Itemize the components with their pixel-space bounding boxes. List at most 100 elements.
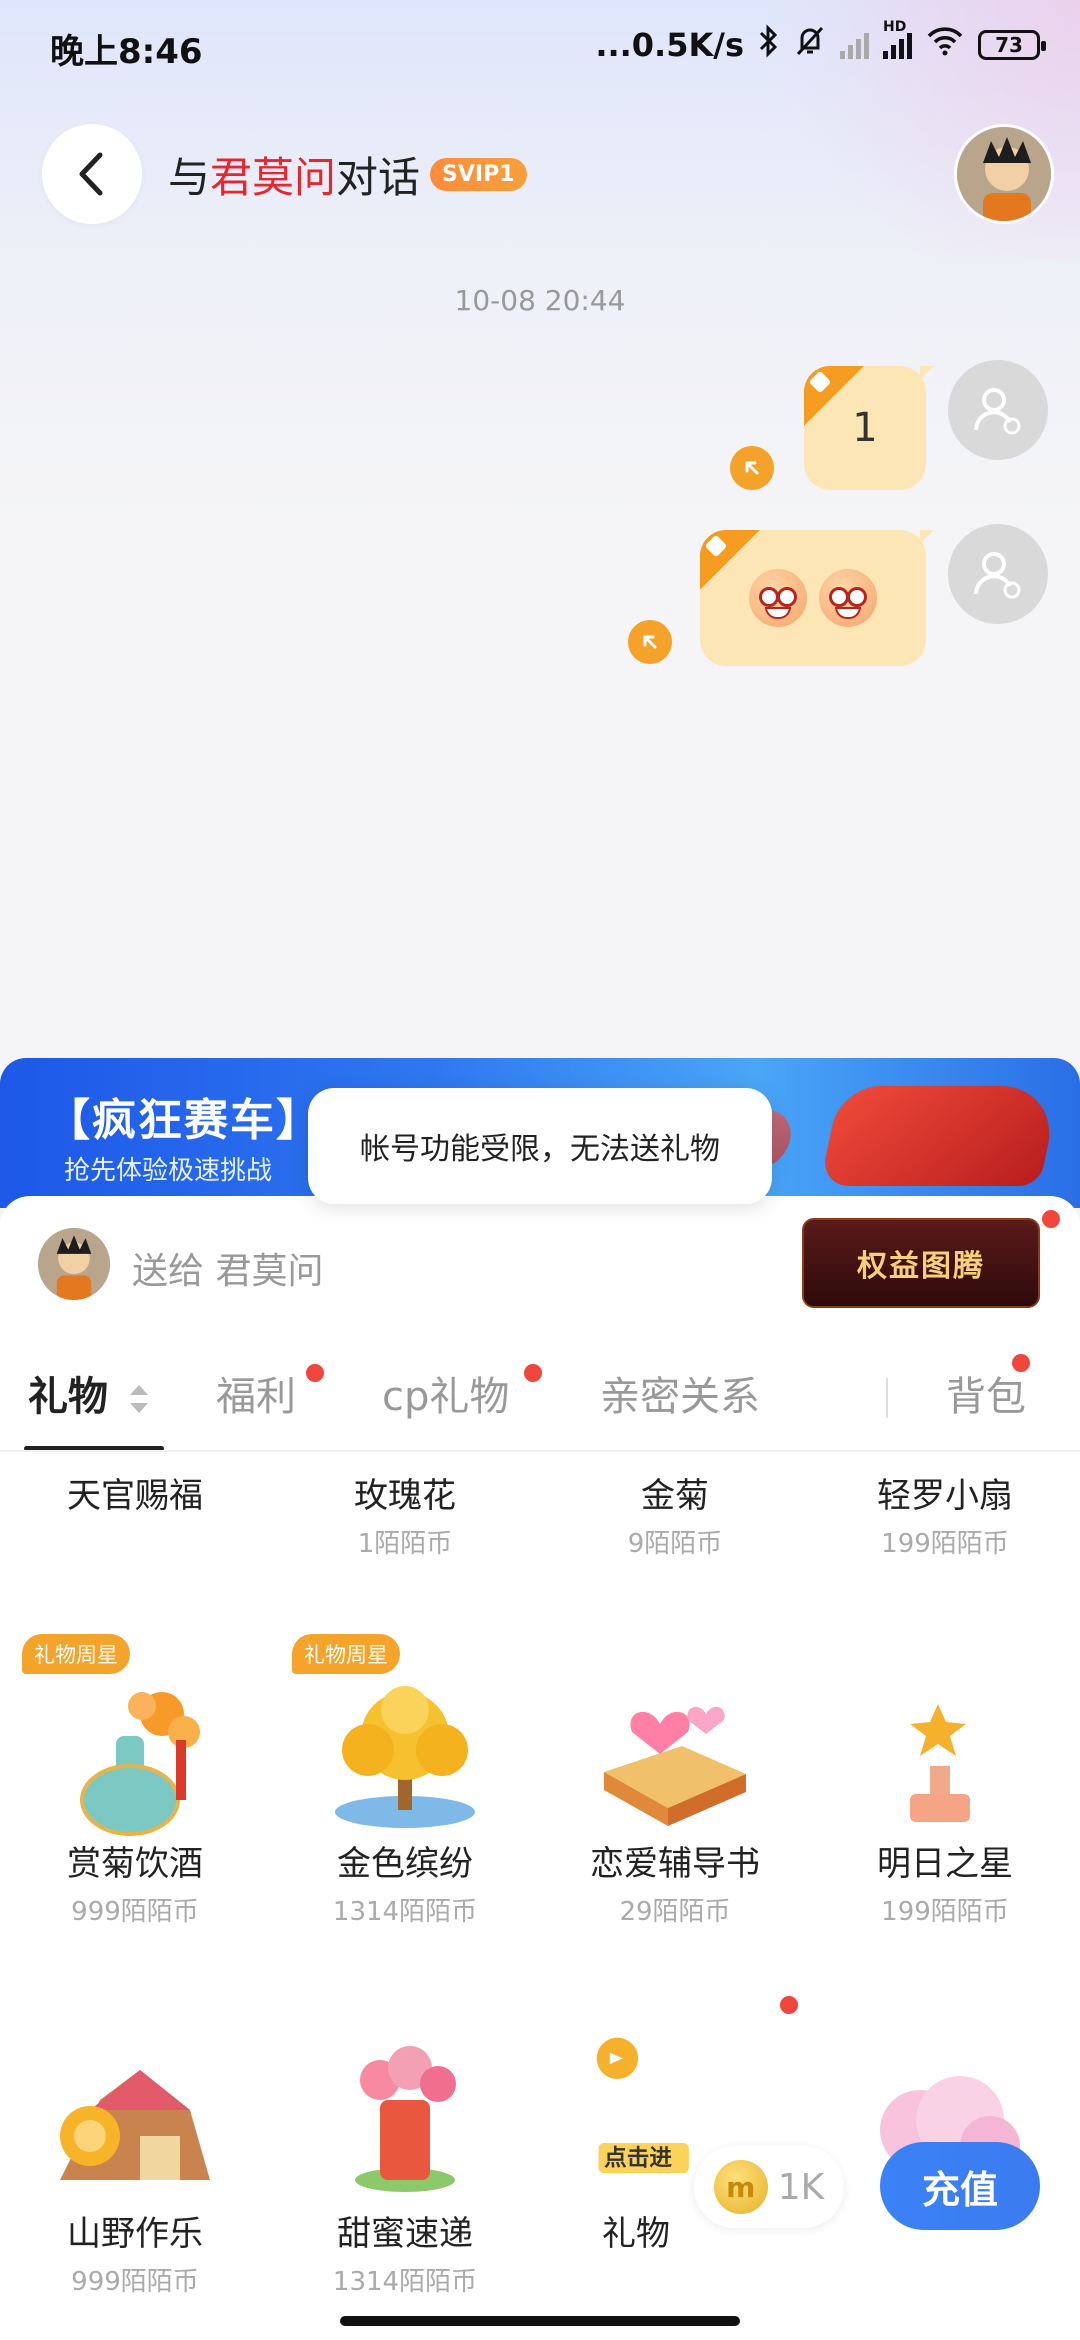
- gift-name: 赏菊饮酒: [67, 1844, 203, 1884]
- bubble-tail: [920, 530, 934, 544]
- coin-balance[interactable]: m 1K: [694, 2146, 844, 2228]
- gift-price: 999陌陌币: [71, 2267, 199, 2297]
- signal-icon-sim1: HD: [883, 19, 912, 59]
- gift-name: 山野作乐: [67, 2214, 203, 2254]
- chat-background: [0, 0, 1080, 1060]
- love-guide-book-gift-image: [604, 1706, 746, 1826]
- signal-icon-sim2: [840, 31, 869, 59]
- recipient-label[interactable]: 送给 君莫问: [132, 1242, 323, 1294]
- notification-dot: [780, 1996, 798, 2014]
- gift-promo-click-text: 点击进: [604, 2146, 672, 2172]
- race-car-image: [819, 1086, 1061, 1186]
- read-receipt-icon: [628, 620, 672, 664]
- momo-coin-icon: m: [713, 2160, 768, 2214]
- tabs-border: [0, 1450, 1080, 1452]
- message-bubble-text[interactable]: 1: [804, 366, 926, 490]
- banner-title: 【疯狂赛车】: [46, 1095, 322, 1146]
- title-prefix: 与: [168, 153, 211, 202]
- my-avatar[interactable]: [948, 524, 1048, 624]
- gift-price: 1陌陌币: [357, 1529, 453, 1559]
- tab-gift[interactable]: 礼物: [28, 1364, 152, 1422]
- sick-face-emoji: [819, 569, 877, 627]
- gift-price: 199陌陌币: [881, 1897, 1009, 1927]
- contact-avatar[interactable]: [954, 124, 1054, 224]
- notification-dot: [306, 1364, 324, 1382]
- coin-balance-value: 1K: [777, 2166, 825, 2208]
- gift-price: 9陌陌币: [627, 1529, 723, 1559]
- gift-item[interactable]: 轻罗小扇 199陌陌币: [810, 1468, 1080, 1560]
- recharge-button[interactable]: 充值: [880, 2142, 1040, 2230]
- notification-dot: [1012, 1354, 1030, 1372]
- gift-name: 甜蜜速递: [337, 2214, 473, 2254]
- banner-subtitle: 抢先体验极速挑战: [64, 1156, 273, 1186]
- gift-item[interactable]: 赏菊饮酒 999陌陌币: [0, 1836, 270, 1928]
- chat-timestamp: 10-08 20:44: [454, 284, 626, 317]
- vip-badge: SVIP1: [430, 158, 527, 191]
- tab-welfare[interactable]: 福利: [216, 1364, 296, 1422]
- status-time: 晚上8:46: [50, 32, 203, 72]
- toast-message: 帐号功能受限，无法送礼物: [308, 1088, 772, 1204]
- bluetooth-icon: [758, 24, 780, 66]
- contact-name[interactable]: 君莫问: [210, 144, 336, 205]
- gift-name: 玫瑰花: [354, 1476, 456, 1516]
- tab-intimacy[interactable]: 亲密关系: [600, 1364, 760, 1422]
- gift-price: 29陌陌币: [619, 1897, 731, 1927]
- battery-icon: 73: [978, 30, 1046, 60]
- hd-label: HD: [883, 19, 907, 35]
- notification-dot: [1042, 1210, 1060, 1228]
- avatar-image: [38, 1228, 110, 1300]
- gift-name: 金菊: [641, 1476, 709, 1516]
- gift-price: 199陌陌币: [881, 1529, 1009, 1559]
- gift-item[interactable]: 恋爱辅导书 29陌陌币: [540, 1836, 810, 1928]
- tab-cp-gift[interactable]: cp礼物: [382, 1364, 509, 1422]
- weekly-star-tag: 礼物周星: [292, 1634, 400, 1674]
- gift-price: 1314陌陌币: [332, 1897, 478, 1927]
- notification-dot: [524, 1364, 542, 1382]
- chevron-left-icon: [79, 152, 103, 196]
- gift-item[interactable]: 明日之星 199陌陌币: [810, 1836, 1080, 1928]
- sweet-delivery-gift-image: [355, 2046, 456, 2192]
- sort-icon: [129, 1385, 148, 1413]
- gift-name: 轻罗小扇: [877, 1476, 1013, 1516]
- page-title: 与 君莫问 对话 SVIP1: [168, 144, 527, 205]
- recipient-avatar: [38, 1228, 110, 1300]
- mountain-fun-gift-image: [60, 2070, 210, 2180]
- status-icons: ...0.5K/s HD 73: [595, 19, 1046, 68]
- back-button[interactable]: [42, 124, 142, 224]
- gift-item[interactable]: 玫瑰花 1陌陌币: [270, 1468, 540, 1560]
- network-speed: ...0.5K/s: [595, 26, 744, 64]
- user-placeholder-icon: [974, 552, 1021, 599]
- gift-item[interactable]: 山野作乐 999陌陌币: [0, 2206, 270, 2298]
- sick-face-emoji: [749, 569, 807, 627]
- tab-label: 礼物: [28, 1374, 108, 1420]
- my-avatar[interactable]: [948, 360, 1048, 460]
- gift-name: 天官赐福: [67, 1476, 203, 1516]
- golden-tree-gift-image: [335, 1686, 475, 1828]
- wifi-icon: [926, 26, 964, 64]
- tab-divider: [886, 1378, 888, 1418]
- read-receipt-icon: [730, 446, 774, 490]
- gift-item[interactable]: 甜蜜速递 1314陌陌币: [270, 2206, 540, 2298]
- gift-item[interactable]: 金菊 9陌陌币: [540, 1468, 810, 1560]
- gift-name: 金色缤纷: [337, 1844, 473, 1884]
- weekly-star-tag: 礼物周星: [22, 1634, 130, 1674]
- home-indicator[interactable]: [340, 2316, 740, 2326]
- gift-item[interactable]: 金色缤纷 1314陌陌币: [270, 1836, 540, 1928]
- gift-item[interactable]: 天官赐福: [0, 1468, 270, 1517]
- tab-backpack[interactable]: 背包: [946, 1364, 1026, 1422]
- promo-card[interactable]: 权益图腾: [802, 1218, 1040, 1308]
- mute-bell-icon: [794, 24, 826, 66]
- title-suffix: 对话: [336, 153, 421, 202]
- bubble-corner-badge: [804, 366, 864, 426]
- tomorrow-star-trophy-image: [905, 1688, 978, 1822]
- gift-price: 999陌陌币: [71, 1897, 199, 1927]
- gift-price: 1314陌陌币: [332, 2267, 478, 2297]
- gift-name: 恋爱辅导书: [590, 1844, 760, 1884]
- chrysanthemum-wine-gift-image: [80, 1692, 200, 1836]
- message-bubble-emoji[interactable]: [700, 530, 926, 666]
- status-bar: 晚上8:46 ...0.5K/s HD 73: [0, 0, 1080, 90]
- bubble-tail: [920, 366, 934, 380]
- user-placeholder-icon: [974, 388, 1021, 435]
- gift-promo-text: 礼物周星榜: [629, 2072, 756, 2116]
- gift-name: 明日之星: [877, 1844, 1013, 1884]
